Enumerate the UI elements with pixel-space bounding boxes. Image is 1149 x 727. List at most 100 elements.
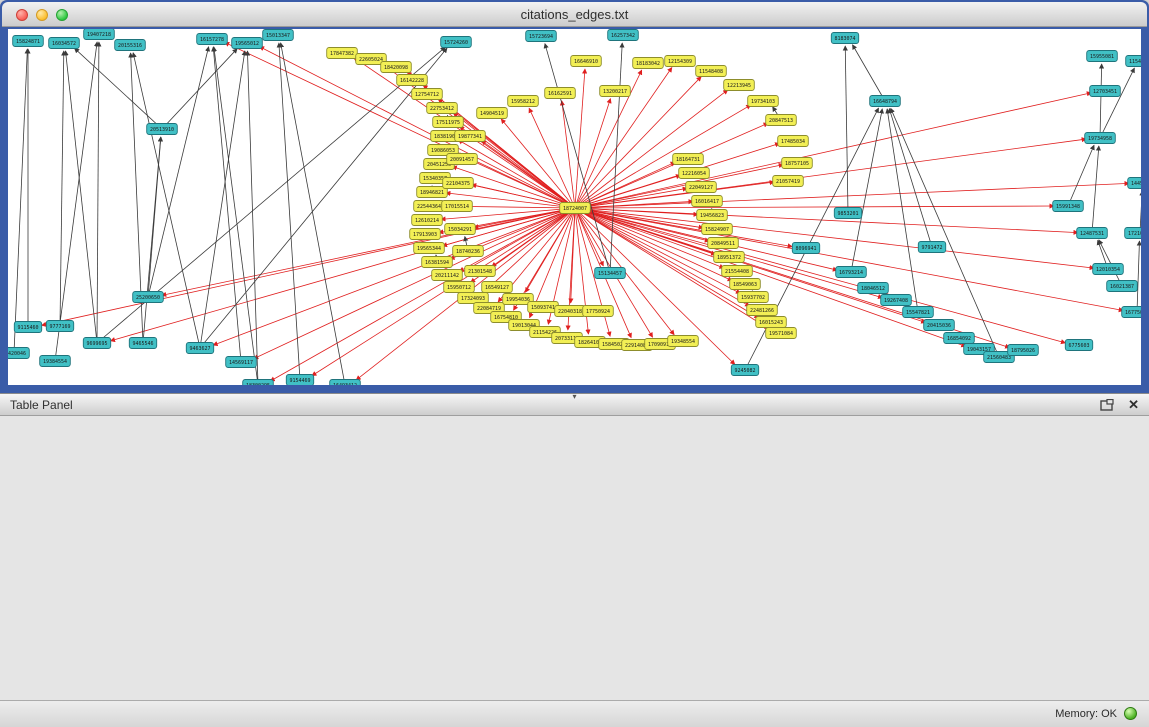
graph-edge[interactable]	[200, 51, 245, 348]
graph-edge[interactable]	[845, 46, 848, 213]
graph-edge[interactable]	[279, 43, 300, 380]
graph-node[interactable]: 17210459	[1125, 228, 1141, 239]
graph-node[interactable]: 20211142	[432, 270, 463, 281]
graph-edge[interactable]	[853, 45, 885, 101]
graph-edge[interactable]	[745, 108, 879, 370]
graph-node[interactable]: 15958212	[508, 96, 539, 107]
graph-edge[interactable]	[1099, 240, 1122, 286]
graph-node[interactable]: 16648794	[870, 96, 901, 107]
graph-node[interactable]: 19734958	[1085, 133, 1116, 144]
graph-node[interactable]: 15723694	[526, 31, 557, 42]
graph-edge[interactable]	[148, 47, 209, 297]
graph-node[interactable]: 22481266	[747, 305, 778, 316]
graph-node[interactable]: 8183074	[831, 33, 858, 44]
graph-node[interactable]: 22753412	[427, 103, 458, 114]
graph-node[interactable]: 17847382	[327, 48, 358, 59]
memory-status-indicator[interactable]	[1124, 707, 1137, 720]
graph-node[interactable]: 6775603	[1065, 340, 1092, 351]
table-panel-header[interactable]: ▾ Table Panel ✕	[0, 393, 1149, 416]
float-panel-icon[interactable]	[1100, 399, 1114, 411]
graph-node[interactable]: 15937702	[738, 292, 769, 303]
graph-edge[interactable]	[545, 44, 610, 273]
graph-node[interactable]: 16162591	[545, 88, 576, 99]
graph-node[interactable]: 8096941	[792, 243, 819, 254]
graph-node[interactable]: 12213945	[724, 80, 755, 91]
graph-edge[interactable]	[75, 48, 162, 129]
graph-edge[interactable]	[281, 43, 345, 385]
graph-node[interactable]: 18795026	[1008, 345, 1039, 356]
graph-node[interactable]: 15824907	[702, 224, 733, 235]
graph-node[interactable]: 21301548	[465, 266, 496, 277]
graph-node[interactable]: 9245082	[731, 365, 758, 376]
graph-node[interactable]: 20847513	[766, 115, 797, 126]
graph-node[interactable]: 12610214	[412, 215, 443, 226]
splitter-handle-icon[interactable]: ▾	[572, 392, 576, 401]
graph-node[interactable]: 19565344	[414, 243, 445, 254]
graph-node[interactable]: 16034572	[49, 38, 80, 49]
graph-node[interactable]: 12703451	[1090, 86, 1121, 97]
graph-edge[interactable]	[562, 101, 575, 208]
graph-node[interactable]: 13200217	[600, 86, 631, 97]
graph-node[interactable]: 15547821	[903, 307, 934, 318]
graph-edge[interactable]	[575, 69, 585, 208]
graph-node[interactable]: 15724260	[441, 37, 472, 48]
graph-node[interactable]: 19267408	[881, 295, 912, 306]
graph-node[interactable]: 16157278	[197, 34, 228, 45]
graph-node[interactable]: 20091457	[447, 154, 478, 165]
graph-node[interactable]: 17511975	[433, 117, 464, 128]
graph-node[interactable]: 20155316	[115, 40, 146, 51]
graph-edge[interactable]	[610, 43, 622, 273]
graph-node[interactable]: 9463627	[186, 343, 213, 354]
graph-node[interactable]: 12754712	[412, 89, 443, 100]
graph-node[interactable]: 20513910	[147, 124, 178, 135]
graph-edge[interactable]	[60, 51, 64, 326]
graph-edge[interactable]	[1100, 64, 1102, 138]
graph-node[interactable]: 16646910	[571, 56, 602, 67]
graph-node[interactable]: 16015243	[756, 317, 787, 328]
graph-node[interactable]: 18951372	[714, 252, 745, 263]
graph-node[interactable]: 16549127	[482, 282, 513, 293]
graph-node[interactable]: 17913903	[410, 229, 441, 240]
graph-edge[interactable]	[851, 109, 882, 272]
graph-node[interactable]: 22040318	[555, 306, 586, 317]
graph-node[interactable]: 22104375	[443, 178, 474, 189]
graph-node[interactable]: 18757105	[782, 158, 813, 169]
graph-node[interactable]: 19407218	[84, 29, 115, 40]
graph-node[interactable]: 20849511	[708, 238, 739, 249]
graph-node[interactable]: 16381594	[422, 257, 453, 268]
close-panel-icon[interactable]: ✕	[1128, 398, 1139, 412]
graph-node[interactable]: 14453004	[1128, 178, 1141, 189]
graph-node[interactable]: 21554408	[722, 266, 753, 277]
graph-node[interactable]: 15824871	[13, 36, 44, 47]
graph-node[interactable]: 20415036	[924, 320, 955, 331]
graph-edge[interactable]	[97, 42, 99, 343]
graph-node[interactable]: 19877341	[455, 131, 486, 142]
graph-edge[interactable]	[55, 42, 97, 361]
graph-edge[interactable]	[575, 139, 1086, 208]
graph-node[interactable]: 17750924	[583, 306, 614, 317]
graph-edge[interactable]	[575, 183, 1129, 208]
graph-edge[interactable]	[458, 140, 575, 208]
graph-node[interactable]: 16854092	[944, 333, 975, 344]
graph-node[interactable]: 19571084	[766, 328, 797, 339]
graph-node[interactable]: 17324093	[458, 293, 489, 304]
graph-node[interactable]: 19384554	[40, 356, 71, 367]
graph-node[interactable]: 18183042	[633, 58, 664, 69]
graph-node[interactable]: 15013347	[263, 30, 294, 41]
graph-node[interactable]: 9777169	[46, 321, 73, 332]
graph-node[interactable]: 16793214	[836, 267, 867, 278]
graph-node[interactable]: 22544364	[414, 201, 445, 212]
graph-node[interactable]: 16257342	[608, 30, 639, 41]
graph-node[interactable]: 12154309	[665, 56, 696, 67]
graph-edge[interactable]	[1140, 191, 1141, 233]
graph-node[interactable]: 16493412	[330, 380, 361, 386]
graph-node[interactable]: 17485034	[778, 136, 809, 147]
graph-node[interactable]: 19734103	[748, 96, 779, 107]
graph-node[interactable]: 18300295	[243, 380, 274, 386]
graph-node[interactable]: 19565012	[232, 38, 263, 49]
graph-edge[interactable]	[247, 51, 258, 385]
graph-node[interactable]: 15991348	[1053, 201, 1084, 212]
graph-node[interactable]: 21057419	[773, 176, 804, 187]
graph-node[interactable]: 16775024	[1122, 307, 1141, 318]
graph-edge[interactable]	[1137, 241, 1139, 312]
